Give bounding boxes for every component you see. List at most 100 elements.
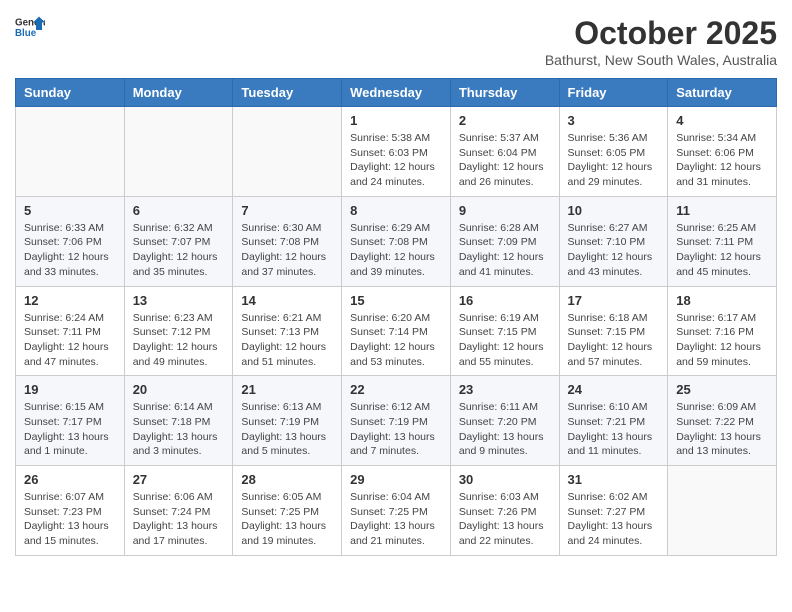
day-number: 26	[24, 472, 116, 487]
day-info: Sunrise: 6:30 AM Sunset: 7:08 PM Dayligh…	[241, 221, 333, 280]
day-number: 20	[133, 382, 225, 397]
day-number: 18	[676, 293, 768, 308]
day-info: Sunrise: 6:06 AM Sunset: 7:24 PM Dayligh…	[133, 490, 225, 549]
calendar-day-cell: 4 Sunrise: 5:34 AM Sunset: 6:06 PM Daylig…	[668, 107, 777, 197]
title-area: October 2025 Bathurst, New South Wales, …	[545, 15, 777, 68]
calendar-day-cell	[124, 107, 233, 197]
day-info: Sunrise: 6:02 AM Sunset: 7:27 PM Dayligh…	[568, 490, 660, 549]
day-info: Sunrise: 6:12 AM Sunset: 7:19 PM Dayligh…	[350, 400, 442, 459]
day-number: 22	[350, 382, 442, 397]
day-info: Sunrise: 5:38 AM Sunset: 6:03 PM Dayligh…	[350, 131, 442, 190]
day-info: Sunrise: 5:36 AM Sunset: 6:05 PM Dayligh…	[568, 131, 660, 190]
calendar-day-cell	[233, 107, 342, 197]
day-info: Sunrise: 6:27 AM Sunset: 7:10 PM Dayligh…	[568, 221, 660, 280]
calendar-day-header: Sunday	[16, 79, 125, 107]
calendar-day-cell: 10 Sunrise: 6:27 AM Sunset: 7:10 PM Dayli…	[559, 196, 668, 286]
calendar-day-cell: 25Sunrise: 6:09 AM Sunset: 7:22 PM Dayli…	[668, 376, 777, 466]
calendar-day-cell: 2 Sunrise: 5:37 AM Sunset: 6:04 PM Daylig…	[450, 107, 559, 197]
calendar-day-header: Saturday	[668, 79, 777, 107]
logo-icon: General Blue	[15, 15, 45, 39]
calendar-day-cell: 19Sunrise: 6:15 AM Sunset: 7:17 PM Dayli…	[16, 376, 125, 466]
calendar-day-cell: 31 Sunrise: 6:02 AM Sunset: 7:27 PM Dayli…	[559, 466, 668, 556]
day-info: Sunrise: 6:10 AM Sunset: 7:21 PM Dayligh…	[568, 400, 660, 459]
day-number: 30	[459, 472, 551, 487]
day-number: 6	[133, 203, 225, 218]
day-info: Sunrise: 6:17 AM Sunset: 7:16 PM Dayligh…	[676, 311, 768, 370]
day-number: 13	[133, 293, 225, 308]
day-info: Sunrise: 6:13 AM Sunset: 7:19 PM Dayligh…	[241, 400, 333, 459]
calendar-day-cell: 1 Sunrise: 5:38 AM Sunset: 6:03 PM Daylig…	[342, 107, 451, 197]
day-number: 9	[459, 203, 551, 218]
day-number: 19	[24, 382, 116, 397]
calendar-day-cell: 11Sunrise: 6:25 AM Sunset: 7:11 PM Dayli…	[668, 196, 777, 286]
svg-text:Blue: Blue	[15, 28, 37, 39]
day-info: Sunrise: 6:24 AM Sunset: 7:11 PM Dayligh…	[24, 311, 116, 370]
calendar-day-cell: 9 Sunrise: 6:28 AM Sunset: 7:09 PM Daylig…	[450, 196, 559, 286]
calendar-day-cell: 27 Sunrise: 6:06 AM Sunset: 7:24 PM Dayli…	[124, 466, 233, 556]
day-number: 21	[241, 382, 333, 397]
calendar-day-cell: 14Sunrise: 6:21 AM Sunset: 7:13 PM Dayli…	[233, 286, 342, 376]
day-number: 14	[241, 293, 333, 308]
day-info: Sunrise: 6:09 AM Sunset: 7:22 PM Dayligh…	[676, 400, 768, 459]
day-number: 4	[676, 113, 768, 128]
calendar-week-row: 26 Sunrise: 6:07 AM Sunset: 7:23 PM Dayli…	[16, 466, 777, 556]
calendar-day-cell: 21 Sunrise: 6:13 AM Sunset: 7:19 PM Dayli…	[233, 376, 342, 466]
calendar-week-row: 19Sunrise: 6:15 AM Sunset: 7:17 PM Dayli…	[16, 376, 777, 466]
day-number: 1	[350, 113, 442, 128]
day-info: Sunrise: 6:29 AM Sunset: 7:08 PM Dayligh…	[350, 221, 442, 280]
day-number: 5	[24, 203, 116, 218]
day-info: Sunrise: 6:04 AM Sunset: 7:25 PM Dayligh…	[350, 490, 442, 549]
day-info: Sunrise: 6:20 AM Sunset: 7:14 PM Dayligh…	[350, 311, 442, 370]
calendar-day-cell: 28 Sunrise: 6:05 AM Sunset: 7:25 PM Dayli…	[233, 466, 342, 556]
day-number: 7	[241, 203, 333, 218]
location-title: Bathurst, New South Wales, Australia	[545, 52, 777, 68]
calendar-day-header: Tuesday	[233, 79, 342, 107]
day-number: 15	[350, 293, 442, 308]
calendar-day-cell	[16, 107, 125, 197]
day-info: Sunrise: 5:37 AM Sunset: 6:04 PM Dayligh…	[459, 131, 551, 190]
day-number: 12	[24, 293, 116, 308]
day-info: Sunrise: 6:05 AM Sunset: 7:25 PM Dayligh…	[241, 490, 333, 549]
calendar-day-cell: 17Sunrise: 6:18 AM Sunset: 7:15 PM Dayli…	[559, 286, 668, 376]
day-info: Sunrise: 5:34 AM Sunset: 6:06 PM Dayligh…	[676, 131, 768, 190]
calendar-day-cell: 18 Sunrise: 6:17 AM Sunset: 7:16 PM Dayli…	[668, 286, 777, 376]
day-number: 23	[459, 382, 551, 397]
day-number: 29	[350, 472, 442, 487]
day-number: 8	[350, 203, 442, 218]
day-info: Sunrise: 6:11 AM Sunset: 7:20 PM Dayligh…	[459, 400, 551, 459]
calendar-day-cell: 7 Sunrise: 6:30 AM Sunset: 7:08 PM Daylig…	[233, 196, 342, 286]
day-number: 10	[568, 203, 660, 218]
calendar-day-header: Thursday	[450, 79, 559, 107]
calendar-table: SundayMondayTuesdayWednesdayThursdayFrid…	[15, 78, 777, 556]
calendar-day-cell: 12 Sunrise: 6:24 AM Sunset: 7:11 PM Dayli…	[16, 286, 125, 376]
month-title: October 2025	[545, 15, 777, 52]
day-number: 31	[568, 472, 660, 487]
calendar-week-row: 12 Sunrise: 6:24 AM Sunset: 7:11 PM Dayli…	[16, 286, 777, 376]
calendar-day-cell: 8 Sunrise: 6:29 AM Sunset: 7:08 PM Daylig…	[342, 196, 451, 286]
day-number: 11	[676, 203, 768, 218]
day-info: Sunrise: 6:19 AM Sunset: 7:15 PM Dayligh…	[459, 311, 551, 370]
day-number: 2	[459, 113, 551, 128]
day-info: Sunrise: 6:14 AM Sunset: 7:18 PM Dayligh…	[133, 400, 225, 459]
calendar-day-header: Monday	[124, 79, 233, 107]
day-info: Sunrise: 6:03 AM Sunset: 7:26 PM Dayligh…	[459, 490, 551, 549]
day-number: 28	[241, 472, 333, 487]
calendar-week-row: 5Sunrise: 6:33 AM Sunset: 7:06 PM Daylig…	[16, 196, 777, 286]
day-info: Sunrise: 6:28 AM Sunset: 7:09 PM Dayligh…	[459, 221, 551, 280]
day-info: Sunrise: 6:07 AM Sunset: 7:23 PM Dayligh…	[24, 490, 116, 549]
calendar-day-cell: 30 Sunrise: 6:03 AM Sunset: 7:26 PM Dayli…	[450, 466, 559, 556]
calendar-day-cell: 24Sunrise: 6:10 AM Sunset: 7:21 PM Dayli…	[559, 376, 668, 466]
calendar-day-cell: 22 Sunrise: 6:12 AM Sunset: 7:19 PM Dayli…	[342, 376, 451, 466]
page-header: General Blue October 2025 Bathurst, New …	[15, 15, 777, 68]
calendar-day-cell: 29 Sunrise: 6:04 AM Sunset: 7:25 PM Dayli…	[342, 466, 451, 556]
calendar-day-cell: 16 Sunrise: 6:19 AM Sunset: 7:15 PM Dayli…	[450, 286, 559, 376]
calendar-day-header: Friday	[559, 79, 668, 107]
day-number: 27	[133, 472, 225, 487]
calendar-day-cell: 26 Sunrise: 6:07 AM Sunset: 7:23 PM Dayli…	[16, 466, 125, 556]
calendar-day-header: Wednesday	[342, 79, 451, 107]
day-info: Sunrise: 6:23 AM Sunset: 7:12 PM Dayligh…	[133, 311, 225, 370]
calendar-header-row: SundayMondayTuesdayWednesdayThursdayFrid…	[16, 79, 777, 107]
day-number: 16	[459, 293, 551, 308]
day-info: Sunrise: 6:32 AM Sunset: 7:07 PM Dayligh…	[133, 221, 225, 280]
day-number: 3	[568, 113, 660, 128]
